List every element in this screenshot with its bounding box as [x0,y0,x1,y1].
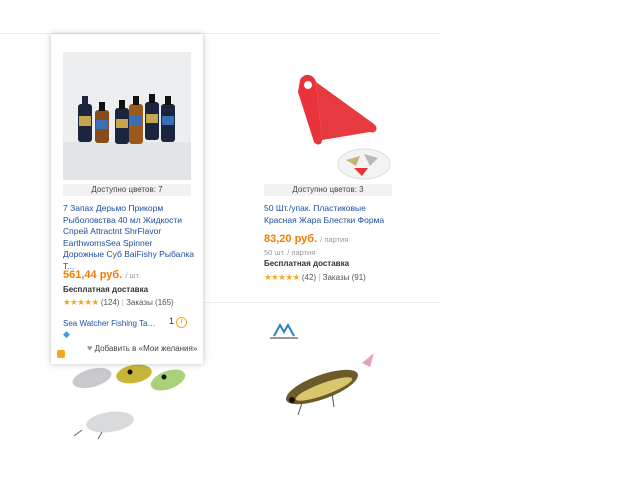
clock-icon [176,317,187,328]
free-shipping-label: Бесплатная доставка [63,285,149,294]
add-to-wishlist-button[interactable]: ♥ Добавить в «Мои желания» [87,343,197,354]
product-image[interactable] [264,52,392,180]
product-price: 561,44 руб. / шт. [63,270,140,281]
review-count[interactable]: (42) [302,273,316,282]
review-count[interactable]: (124) [101,298,120,307]
product-image[interactable] [63,52,191,180]
product-title-link[interactable]: 50 Шт./упак. Пластиковые Красная Жара Бл… [264,203,396,226]
product-image[interactable] [272,345,382,425]
price-unit: / шт. [125,271,141,280]
wishlist-label: Добавить в «Мои желания» [94,344,198,353]
store-count: 1 [169,316,175,326]
rating-row: ★★★★★ (42) | Заказы (91) [264,272,366,282]
product-card[interactable]: Доступно цветов: 7 7 Запах Дерьмо Прикор… [51,34,203,364]
bottles-photo-icon [63,52,191,180]
colors-available: Доступно цветов: 7 [63,184,191,196]
minnow-lure-photo-icon [286,353,374,416]
lot-info: 50 шт. / партия [264,248,316,257]
diamond-icon: ◆ [63,329,70,339]
order-count: Заказы (165) [126,298,174,307]
price-value: 561,44 руб. [63,269,123,281]
star-rating-icon: ★★★★★ [63,297,99,307]
star-rating-icon: ★★★★★ [264,272,300,282]
red-triangle-lure-photo-icon [298,74,391,180]
order-count: Заказы (91) [322,273,366,282]
heart-icon: ♥ [87,343,93,353]
price-value: 83,20 руб. [264,233,318,245]
product-title-link[interactable]: 7 Запах Дерьмо Прикорм Рыболовства 40 мл… [63,203,195,272]
store-logo-icon [270,322,298,340]
product-price: 83,20 руб. / партия [264,234,348,245]
product-card[interactable]: Доступно цветов: 3 50 Шт./упак. Пластико… [252,34,404,294]
price-unit: / партия [320,235,349,244]
free-shipping-label: Бесплатная доставка [264,259,350,268]
colors-available: Доступно цветов: 3 [264,184,392,196]
store-link[interactable]: Sea Watcher Fishing Tac... [63,318,158,329]
seller-badge-icon [57,350,65,358]
rating-row: ★★★★★ (124) | Заказы (165) [63,297,174,307]
